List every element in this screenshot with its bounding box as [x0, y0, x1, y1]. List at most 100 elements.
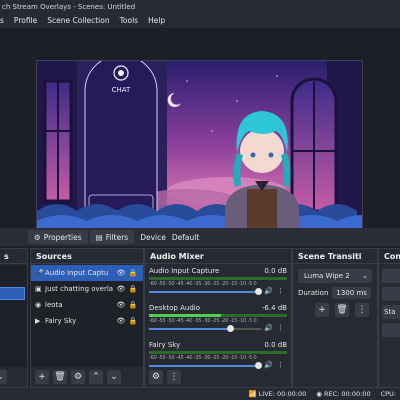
transitions-dock: Scene Transiti Luma Wipe 2 ⌄ Duration 13… [292, 248, 378, 388]
meter-level [149, 314, 221, 317]
status-bar: 📶 LIVE: 00:00:00 ◉ REC: 00:00:00 CPU: [0, 388, 400, 400]
mixer-channel: Desktop Audio -6.4 dB -60 -55 -50 -45 -40… [145, 302, 291, 339]
mixer-channel: Audio Input Capture 0.0 dB -60 -55 -50 -4… [145, 265, 291, 302]
source-item[interactable]: ◉ leota 👁 🔒 [31, 297, 143, 313]
source-name: Audio Input Captu [45, 269, 109, 277]
transition-value: Luma Wipe 2 [304, 272, 350, 280]
control-button[interactable] [382, 323, 400, 337]
eye-icon[interactable]: 👁 [115, 317, 127, 325]
controls-dock: Cont Sta [378, 248, 400, 388]
controls-body: Sta [379, 265, 400, 367]
transitions-body: Luma Wipe 2 ⌄ Duration 1300 ms + 🗑 ⋮ [293, 265, 377, 367]
eye-icon[interactable]: 👁 [115, 285, 127, 293]
channel-name: Audio Input Capture [149, 267, 220, 275]
mixer-title: Audio Mixer [145, 249, 291, 264]
device-label: Device [140, 232, 166, 242]
properties-button[interactable]: ⚙ Properties [28, 230, 88, 244]
channel-name: Desktop Audio [149, 304, 200, 312]
scenes-dock-title: s [0, 249, 27, 264]
mixer-footer: ⚙ ⋮ [145, 367, 291, 387]
source-item[interactable]: 🎤 Audio Input Captu 👁 🔒 [31, 265, 143, 281]
volume-slider[interactable]: 🔊 ⋮ [149, 324, 287, 333]
gear-icon: ⚙ [34, 232, 41, 242]
add-icon[interactable]: + [35, 370, 49, 384]
volume-meter [149, 314, 287, 317]
preview-area: CHAT [0, 28, 400, 244]
slider-handle[interactable] [226, 325, 234, 332]
transitions-title: Scene Transiti [293, 249, 377, 264]
transition-select[interactable]: Luma Wipe 2 ⌄ [298, 269, 372, 283]
start-control-button[interactable]: Sta [382, 305, 400, 319]
gear-icon[interactable]: ⚙ [71, 370, 85, 384]
add-icon[interactable]: + [315, 303, 329, 317]
source-item[interactable]: ▣ Just chatting overla 👁 🔒 [31, 281, 143, 297]
more-icon[interactable]: ⋮ [355, 303, 369, 317]
cpu-status: CPU: [380, 390, 396, 398]
scenes-dock: s ⌄ [0, 248, 28, 388]
filters-label: Filters [105, 232, 129, 242]
menu-scene-collection[interactable]: Scene Collection [42, 14, 114, 28]
more-icon[interactable]: ⋮ [167, 370, 181, 384]
lock-icon[interactable]: 🔒 [127, 317, 139, 325]
speaker-icon[interactable]: 🔊 [264, 287, 273, 295]
rec-icon: ◉ [316, 390, 324, 398]
stream-preview[interactable]: CHAT [36, 60, 363, 244]
channel-db: 0.0 dB [264, 267, 287, 275]
source-item[interactable]: ▶ Fairy Sky 👁 🔒 [31, 313, 143, 329]
menu-profile[interactable]: Profile [9, 14, 42, 28]
window-title: ch Stream Overlays - Scenes: Untitled [0, 0, 400, 14]
sources-footer: + 🗑 ⚙ ⌃ ⌄ [31, 367, 143, 387]
channel-db: -6.4 dB [261, 304, 287, 312]
camera-icon: ◉ [35, 301, 42, 309]
volume-meter [149, 277, 287, 280]
source-name: Just chatting overla [45, 285, 114, 293]
move-down-icon[interactable]: ⌄ [107, 370, 121, 384]
properties-label: Properties [43, 232, 82, 242]
move-up-icon[interactable]: ⌃ [89, 370, 103, 384]
lock-icon[interactable]: 🔒 [127, 285, 139, 293]
selected-scene[interactable] [0, 287, 25, 300]
advanced-audio-icon[interactable]: ⚙ [149, 370, 163, 384]
more-icon[interactable]: ⋮ [277, 324, 284, 332]
live-time: LIVE: 00:00:00 [258, 390, 307, 398]
trash-icon[interactable]: 🗑 [53, 370, 67, 384]
slider-fill [149, 291, 258, 293]
lock-icon[interactable]: 🔒 [127, 269, 139, 277]
slider-fill [149, 328, 230, 330]
scenes-footer: ⌄ [0, 367, 27, 387]
volume-slider[interactable]: 🔊 ⋮ [149, 287, 287, 296]
trash-icon[interactable]: 🗑 [335, 303, 349, 317]
transition-buttons: + 🗑 ⋮ [315, 303, 377, 317]
duration-label: Duration [298, 289, 329, 297]
filters-button[interactable]: ▤ Filters [89, 230, 135, 244]
live-status: 📶 LIVE: 00:00:00 [249, 390, 307, 398]
control-button[interactable] [382, 287, 400, 301]
chevron-down-icon: ⌄ [362, 272, 368, 280]
preview-canvas: CHAT [37, 61, 362, 243]
mixer-channels: Audio Input Capture 0.0 dB -60 -55 -50 -4… [145, 265, 291, 369]
menu-file[interactable]: s [0, 14, 9, 28]
speaker-icon[interactable]: 🔊 [264, 324, 273, 332]
image-icon: ▣ [35, 285, 42, 293]
mic-icon: 🎤 [35, 269, 44, 277]
more-icon[interactable]: ⋮ [277, 287, 284, 295]
control-button[interactable] [382, 269, 400, 283]
duration-row: Duration 1300 ms [298, 287, 372, 299]
rec-status: ◉ REC: 00:00:00 [316, 390, 370, 398]
slider-handle[interactable] [254, 288, 262, 295]
play-icon: ▶ [35, 317, 41, 325]
menu-help[interactable]: Help [143, 14, 170, 28]
duration-input[interactable]: 1300 ms [332, 287, 371, 299]
rec-time: REC: 00:00:00 [323, 390, 371, 398]
scenes-list[interactable] [0, 265, 27, 367]
eye-icon[interactable]: 👁 [115, 301, 127, 309]
lock-icon[interactable]: 🔒 [127, 301, 139, 309]
device-value[interactable]: Default [172, 233, 199, 242]
channel-name: Fairy Sky [149, 341, 181, 349]
menu-tools[interactable]: Tools [115, 14, 143, 28]
eye-icon[interactable]: 👁 [115, 269, 127, 277]
scene-down-icon[interactable]: ⌄ [0, 370, 7, 384]
source-name: Fairy Sky [45, 317, 77, 325]
controls-title: Cont [379, 249, 400, 264]
source-name: leota [45, 301, 63, 309]
